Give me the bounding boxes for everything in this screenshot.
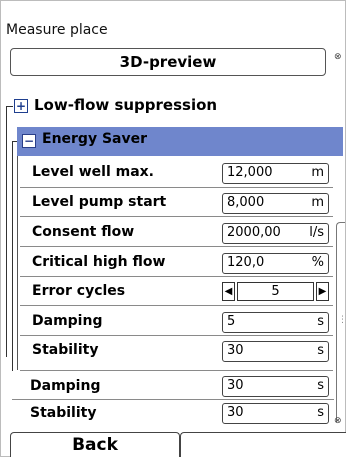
field-value: 5 — [227, 314, 236, 329]
field-value: 120,0 — [227, 255, 265, 270]
stability-field[interactable]: 30 s — [222, 341, 329, 362]
row-label-level-well-max: Level well max. — [32, 164, 154, 180]
scroll-thumb-icon[interactable]: ⋮ — [338, 315, 346, 325]
right-softkey-button[interactable] — [180, 432, 346, 457]
row-divider — [20, 370, 333, 371]
consent-flow-field[interactable]: 2000,00 l/s — [222, 223, 329, 244]
row-label-damping-outer: Damping — [30, 378, 101, 394]
row-divider — [20, 187, 333, 188]
scroll-up-icon[interactable]: ⊗ — [334, 52, 344, 62]
row-label-damping: Damping — [32, 313, 103, 329]
scroll-down-icon[interactable]: ⊗ — [334, 416, 344, 426]
low-flow-group-label[interactable]: Low-flow suppression — [34, 96, 217, 114]
3d-preview-button[interactable]: 3D-preview — [10, 48, 326, 76]
field-unit: s — [317, 378, 324, 393]
decrement-arrow-icon[interactable]: ◀ — [222, 282, 235, 301]
field-unit: m — [311, 165, 324, 180]
row-label-stability: Stability — [32, 342, 99, 358]
field-value: 8,000 — [227, 195, 265, 210]
plus-icon[interactable]: + — [14, 99, 28, 113]
minus-icon[interactable]: − — [22, 134, 36, 148]
damping-outer-field[interactable]: 30 s — [222, 376, 329, 397]
field-value: 2000,00 — [227, 225, 281, 240]
field-value: 30 — [227, 343, 244, 358]
energy-saver-border — [17, 156, 18, 370]
critical-high-flow-field[interactable]: 120,0 % — [222, 253, 329, 274]
level-well-max-field[interactable]: 12,000 m — [222, 163, 329, 184]
back-button[interactable]: Back — [10, 432, 180, 457]
page-title: Measure place — [6, 22, 108, 38]
row-divider — [20, 335, 333, 336]
field-unit: s — [317, 343, 324, 358]
field-unit: s — [317, 405, 324, 420]
increment-arrow-icon[interactable]: ▶ — [316, 282, 329, 301]
row-label-stability-outer: Stability — [30, 405, 97, 421]
row-divider — [20, 216, 333, 217]
row-label-error-cycles: Error cycles — [32, 283, 126, 299]
field-value: 30 — [227, 378, 244, 393]
row-divider — [12, 399, 334, 400]
row-divider — [20, 305, 333, 306]
field-unit: m — [311, 195, 324, 210]
energy-saver-group-label[interactable]: Energy Saver — [42, 131, 147, 147]
row-label-critical-high-flow: Critical high flow — [32, 254, 166, 270]
damping-field[interactable]: 5 s — [222, 312, 329, 333]
field-value: 12,000 — [227, 165, 273, 180]
row-divider — [20, 246, 333, 247]
level-pump-start-field[interactable]: 8,000 m — [222, 193, 329, 214]
row-label-level-pump-start: Level pump start — [32, 194, 167, 210]
row-divider — [20, 276, 333, 277]
error-cycles-value[interactable]: 5 — [237, 282, 314, 301]
field-unit: l/s — [309, 225, 324, 240]
field-unit: % — [311, 255, 324, 270]
field-value: 30 — [227, 405, 244, 420]
stability-outer-field[interactable]: 30 s — [222, 403, 329, 424]
field-unit: s — [317, 314, 324, 329]
row-label-consent-flow: Consent flow — [32, 224, 135, 240]
